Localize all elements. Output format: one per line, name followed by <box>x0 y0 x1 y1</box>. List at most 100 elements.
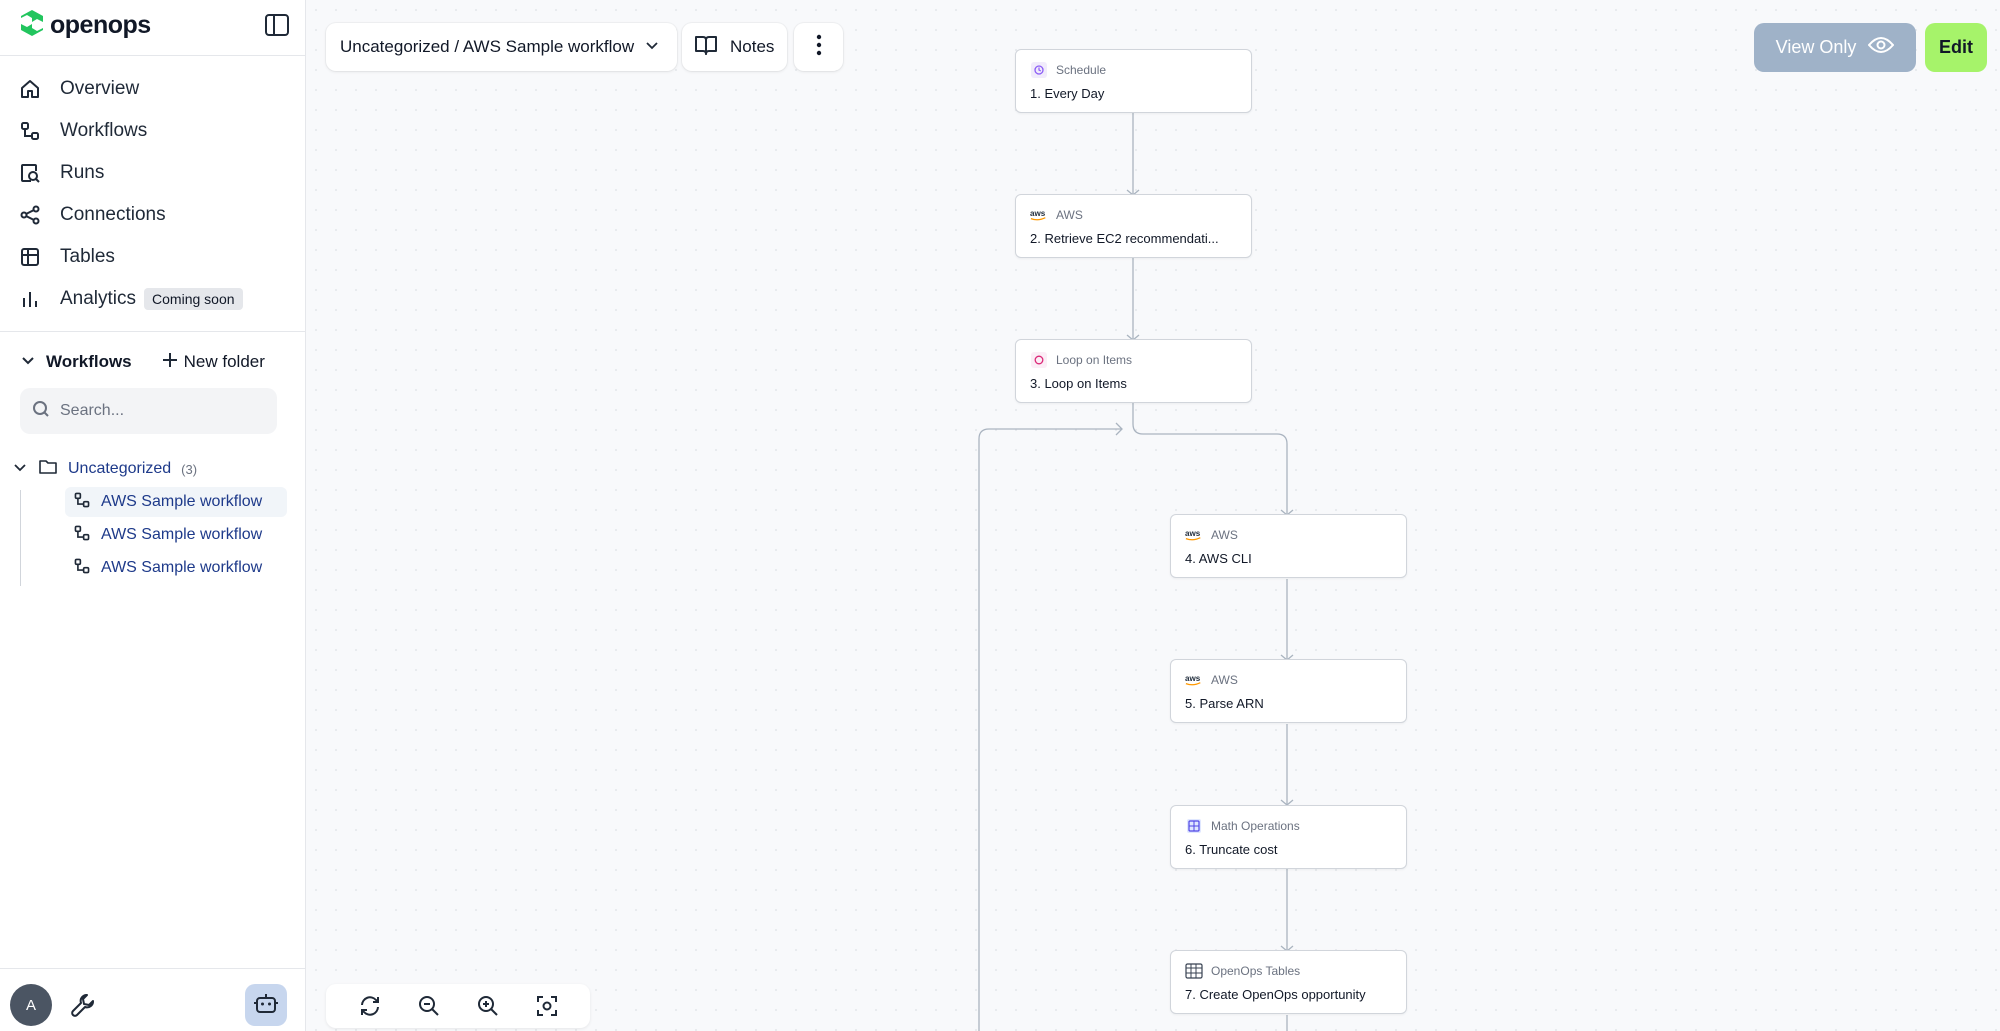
flow-node-step[interactable]: Math Operations 6. Truncate cost <box>1170 805 1407 869</box>
node-title: 6. Truncate cost <box>1185 842 1278 857</box>
table-icon <box>18 245 42 269</box>
aws-icon: aws <box>1185 672 1203 688</box>
math-icon <box>1185 818 1203 834</box>
sidebar-toggle-icon[interactable] <box>264 12 290 38</box>
nav-label: Tables <box>60 246 115 267</box>
aws-icon: aws <box>1185 527 1203 543</box>
schedule-icon <box>1030 62 1048 78</box>
workflow-icon <box>73 524 91 547</box>
workflows-section-title[interactable]: Workflows <box>46 352 132 372</box>
more-vertical-icon <box>816 34 822 61</box>
eye-icon <box>1868 36 1895 59</box>
folder-count: (3) <box>181 461 198 477</box>
fit-view-icon[interactable] <box>533 992 561 1020</box>
node-type-label: OpenOps Tables <box>1211 964 1301 978</box>
flow-connectors <box>978 113 1294 1031</box>
aws-icon: aws <box>1030 207 1048 223</box>
sidebar-divider <box>0 331 305 332</box>
node-type-label: AWS <box>1211 528 1238 542</box>
flow-node-step[interactable]: Loop on Items 3. Loop on Items <box>1015 339 1252 403</box>
brand-name: openops <box>50 10 151 39</box>
workflow-list-item[interactable]: AWS Sample workflow <box>65 520 287 550</box>
refresh-icon[interactable] <box>356 992 384 1020</box>
workflow-search <box>20 388 277 434</box>
loop-icon <box>1030 352 1048 368</box>
workflows-section-header: Workflows New folder <box>18 348 288 376</box>
node-type-label: AWS <box>1211 673 1238 687</box>
chevron-down-icon[interactable] <box>12 459 28 480</box>
notes-button[interactable]: Notes <box>682 23 787 71</box>
workflow-item-label: AWS Sample workflow <box>101 526 263 543</box>
ai-assistant-button[interactable] <box>245 984 287 1026</box>
share-nodes-icon <box>18 203 42 227</box>
coming-soon-badge: Coming soon <box>144 288 243 310</box>
tables-icon <box>1185 963 1203 979</box>
nav-label: Analytics <box>60 288 137 309</box>
sidebar-divider <box>0 55 305 56</box>
nav-item-analytics[interactable]: Analytics Coming soon <box>18 278 288 320</box>
workflow-canvas[interactable]: Uncategorized / AWS Sample workflow Note… <box>306 0 2000 1031</box>
folder-icon <box>38 458 58 481</box>
sidebar: openops Overview Workflows Runs Connecti… <box>0 0 306 1031</box>
workflow-item-label: AWS Sample workflow <box>101 493 263 510</box>
nav-label: Connections <box>60 204 166 225</box>
flow-node-step[interactable]: aws AWS 4. AWS CLI <box>1170 514 1407 578</box>
zoom-out-icon[interactable] <box>415 992 443 1020</box>
nav-label: Overview <box>60 78 140 99</box>
flow-node-step[interactable]: OpenOps Tables 7. Create OpenOps opportu… <box>1170 950 1407 1014</box>
node-title: 2. Retrieve EC2 recommendati... <box>1030 231 1219 246</box>
nav-item-runs[interactable]: Runs <box>18 152 288 194</box>
robot-icon <box>253 990 279 1021</box>
workflow-icon <box>73 491 91 514</box>
edit-button[interactable]: Edit <box>1925 23 1987 72</box>
node-title: 1. Every Day <box>1030 86 1105 101</box>
more-options-button[interactable] <box>794 23 843 71</box>
sidebar-divider <box>0 968 305 969</box>
canvas-zoom-controls <box>326 984 590 1028</box>
node-type-label: Math Operations <box>1211 819 1300 833</box>
node-title: 7. Create OpenOps opportunity <box>1185 987 1366 1002</box>
workflow-icon <box>73 557 91 580</box>
nav-label: Workflows <box>60 120 148 141</box>
chevron-down-icon[interactable] <box>18 350 38 375</box>
wrench-icon[interactable] <box>68 990 98 1020</box>
node-type-label: Schedule <box>1056 63 1107 77</box>
folder-uncategorized[interactable]: Uncategorized (3) <box>12 456 197 482</box>
nav-item-overview[interactable]: Overview <box>18 68 288 110</box>
workflow-breadcrumb-dropdown[interactable]: Uncategorized / AWS Sample workflow <box>326 23 677 71</box>
nav-label: Runs <box>60 162 105 183</box>
node-title: 3. Loop on Items <box>1030 376 1127 391</box>
node-title: 4. AWS CLI <box>1185 551 1252 566</box>
folder-name: Uncategorized <box>68 460 172 477</box>
nav-item-tables[interactable]: Tables <box>18 236 288 278</box>
book-icon <box>694 34 718 61</box>
main-nav: Overview Workflows Runs Connections Tabl… <box>18 68 288 320</box>
workflow-list-item[interactable]: AWS Sample workflow <box>65 553 287 583</box>
nav-item-workflows[interactable]: Workflows <box>18 110 288 152</box>
home-icon <box>18 77 42 101</box>
flow-node-step[interactable]: aws AWS 2. Retrieve EC2 recommendati... <box>1015 194 1252 258</box>
flow-node-trigger[interactable]: Schedule 1. Every Day <box>1015 49 1252 113</box>
view-only-button[interactable]: View Only <box>1754 23 1916 72</box>
node-type-label: Loop on Items <box>1056 353 1133 367</box>
avatar[interactable]: A <box>10 984 52 1026</box>
zoom-in-icon[interactable] <box>474 992 502 1020</box>
view-only-label: View Only <box>1775 37 1857 57</box>
svg-text:aws: aws <box>1030 209 1046 218</box>
node-type-label: AWS <box>1056 208 1083 222</box>
edit-label: Edit <box>1939 37 1973 57</box>
brand-logo[interactable]: openops <box>18 8 151 43</box>
node-title: 5. Parse ARN <box>1185 696 1264 711</box>
plus-icon <box>162 352 178 373</box>
search-icon <box>32 400 50 423</box>
openops-logo-icon <box>18 8 46 43</box>
runs-search-icon <box>18 161 42 185</box>
new-folder-button[interactable]: New folder <box>162 352 265 373</box>
flow-node-step[interactable]: aws AWS 5. Parse ARN <box>1170 659 1407 723</box>
new-folder-label: New folder <box>183 352 265 371</box>
workflow-icon <box>18 119 42 143</box>
notes-label: Notes <box>730 37 775 56</box>
nav-item-connections[interactable]: Connections <box>18 194 288 236</box>
search-input[interactable] <box>60 402 260 420</box>
workflow-list-item[interactable]: AWS Sample workflow <box>65 487 287 517</box>
